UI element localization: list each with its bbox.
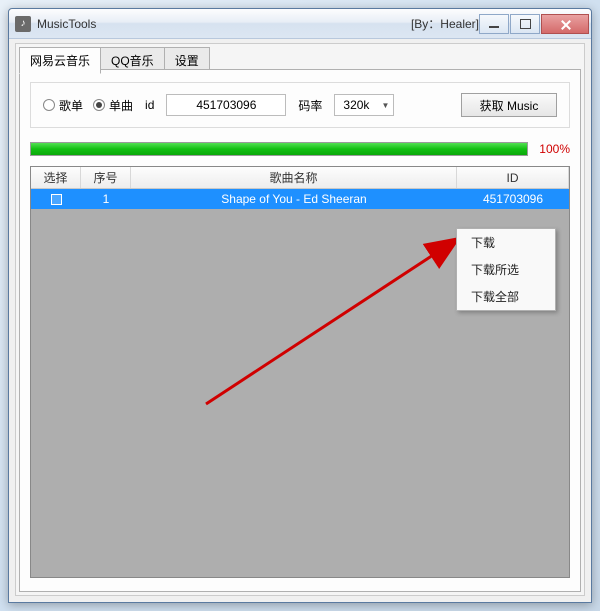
minimize-button[interactable] bbox=[479, 14, 509, 34]
id-input[interactable] bbox=[166, 94, 286, 116]
col-id-header[interactable]: ID bbox=[457, 167, 569, 188]
close-button[interactable] bbox=[541, 14, 589, 34]
progress-row: 100% bbox=[30, 142, 570, 156]
controls-group: 歌单 单曲 id 码率 320k ▼ 获取 Music bbox=[30, 82, 570, 128]
row-select-cell[interactable] bbox=[31, 189, 81, 209]
col-select-header[interactable]: 选择 bbox=[31, 167, 81, 188]
progress-bar bbox=[30, 142, 528, 156]
get-music-button[interactable]: 获取 Music bbox=[461, 93, 557, 117]
radio-playlist[interactable]: 歌单 bbox=[43, 97, 83, 114]
radio-icon bbox=[93, 99, 105, 111]
window-title-extra: [By：Healer] bbox=[411, 15, 479, 32]
row-name-cell: Shape of You - Ed Sheeran bbox=[131, 189, 457, 209]
radio-single[interactable]: 单曲 bbox=[93, 97, 133, 114]
checkbox-icon[interactable] bbox=[51, 194, 62, 205]
window-buttons bbox=[479, 14, 589, 34]
window-title: MusicTools bbox=[37, 17, 387, 31]
bitrate-value: 320k bbox=[343, 98, 369, 112]
bitrate-select[interactable]: 320k ▼ bbox=[334, 94, 394, 116]
maximize-button[interactable] bbox=[510, 14, 540, 34]
progress-fill bbox=[31, 143, 527, 155]
progress-percent: 100% bbox=[534, 142, 570, 156]
radio-playlist-label: 歌单 bbox=[59, 97, 83, 114]
tab-netease[interactable]: 网易云音乐 bbox=[19, 47, 101, 74]
app-window: ♪ MusicTools [By：Healer] 网易云音乐 QQ音乐 设置 歌… bbox=[8, 8, 592, 603]
context-menu: 下载 下载所选 下载全部 bbox=[456, 228, 556, 311]
source-radio-group: 歌单 单曲 bbox=[43, 97, 133, 114]
client-area: 网易云音乐 QQ音乐 设置 歌单 单曲 id 码率 bbox=[15, 43, 585, 596]
col-name-header[interactable]: 歌曲名称 bbox=[131, 167, 457, 188]
radio-icon bbox=[43, 99, 55, 111]
table-row[interactable]: 1 Shape of You - Ed Sheeran 451703096 bbox=[31, 189, 569, 209]
titlebar[interactable]: ♪ MusicTools [By：Healer] bbox=[9, 9, 591, 39]
chevron-down-icon: ▼ bbox=[381, 101, 389, 110]
radio-single-label: 单曲 bbox=[109, 97, 133, 114]
id-label: id bbox=[145, 98, 154, 112]
tab-panel: 歌单 单曲 id 码率 320k ▼ 获取 Music bbox=[19, 69, 581, 592]
ctx-download-all[interactable]: 下载全部 bbox=[457, 283, 555, 310]
ctx-download[interactable]: 下载 bbox=[457, 229, 555, 256]
grid-header: 选择 序号 歌曲名称 ID bbox=[31, 167, 569, 189]
row-id-cell: 451703096 bbox=[457, 189, 569, 209]
bitrate-label: 码率 bbox=[298, 97, 322, 114]
app-icon: ♪ bbox=[15, 16, 31, 32]
row-index-cell: 1 bbox=[81, 189, 131, 209]
ctx-download-selected[interactable]: 下载所选 bbox=[457, 256, 555, 283]
col-index-header[interactable]: 序号 bbox=[81, 167, 131, 188]
